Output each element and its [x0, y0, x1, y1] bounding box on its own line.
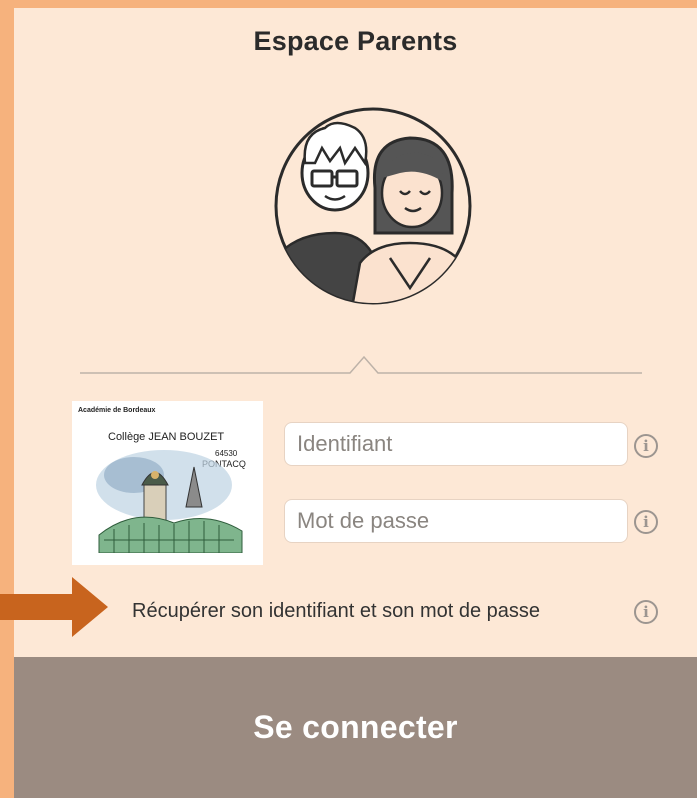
connect-button[interactable]: Se connecter	[14, 657, 697, 798]
arrow-right-icon	[0, 577, 108, 637]
school-logo: Académie de Bordeaux Collège JEAN BOUZET…	[72, 401, 263, 565]
info-icon[interactable]: i	[634, 434, 658, 458]
recover-credentials-link[interactable]: Récupérer son identifiant et son mot de …	[132, 600, 540, 623]
login-panel: Espace Parents Académie de Bordeaux Coll…	[14, 8, 697, 798]
page-title: Espace Parents	[253, 26, 458, 56]
password-input[interactable]: Mot de passe	[284, 499, 628, 543]
identifier-input[interactable]: Identifiant	[284, 422, 628, 466]
info-icon[interactable]: i	[634, 600, 658, 624]
logo-school-name: Collège JEAN BOUZET	[108, 431, 225, 443]
section-divider	[80, 355, 642, 374]
logo-academy: Académie de Bordeaux	[78, 407, 156, 414]
church-illustration	[96, 450, 243, 553]
parents-avatar-icon	[260, 93, 486, 319]
info-icon[interactable]: i	[634, 510, 658, 534]
